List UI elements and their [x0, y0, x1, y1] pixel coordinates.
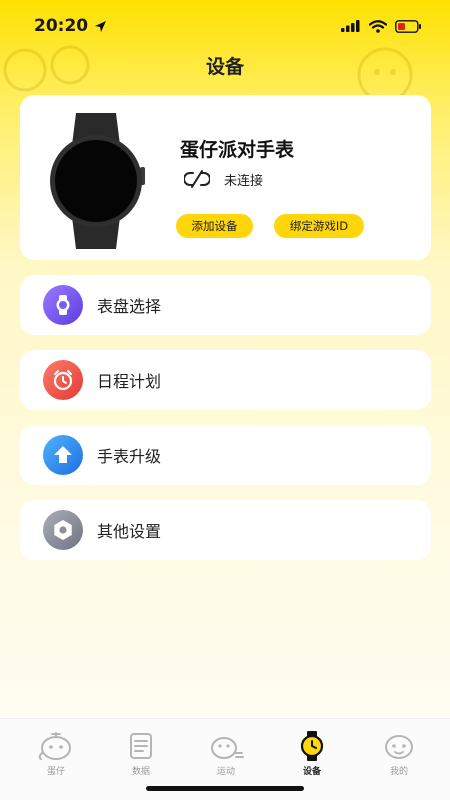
bind-game-id-button[interactable]: 绑定游戏ID: [274, 214, 364, 238]
tab-device[interactable]: 设备: [282, 731, 342, 777]
location-arrow-icon: [95, 20, 107, 32]
connection-status: 未连接: [184, 169, 263, 189]
cellular-signal-icon: [341, 20, 360, 32]
menu-label: 日程计划: [97, 372, 162, 391]
profile-icon: [385, 735, 413, 759]
wifi-icon: [369, 19, 387, 33]
data-document-icon: [130, 733, 152, 759]
tab-label: 设备: [302, 767, 321, 777]
menu-label: 其他设置: [97, 522, 162, 541]
settings-gear-icon: [43, 510, 83, 550]
watch-face-icon: [43, 285, 83, 325]
tab-data[interactable]: 数据: [111, 731, 171, 777]
menu-label: 表盘选择: [97, 297, 162, 316]
tab-sport[interactable]: 运动: [196, 731, 256, 777]
menu-item-watch-face[interactable]: 表盘选择: [20, 275, 431, 335]
unlink-icon: [184, 170, 210, 188]
tab-eggy[interactable]: 蛋仔: [26, 731, 86, 777]
status-time-text: 20:20: [34, 16, 89, 36]
tab-label: 我的: [389, 767, 408, 777]
home-indicator: [146, 786, 304, 791]
tab-label: 蛋仔: [46, 767, 65, 777]
menu-item-other-settings[interactable]: 其他设置: [20, 500, 431, 560]
upgrade-arrow-icon: [43, 435, 83, 475]
page-title: 设备: [205, 56, 244, 78]
connection-status-text: 未连接: [224, 173, 264, 189]
device-name: 蛋仔派对手表: [180, 139, 295, 161]
add-device-button[interactable]: 添加设备: [176, 214, 253, 238]
tab-label: 运动: [216, 767, 235, 777]
eggy-icon: [38, 732, 71, 760]
status-icons: [341, 19, 422, 33]
menu-item-schedule[interactable]: 日程计划: [20, 350, 431, 410]
menu-item-upgrade[interactable]: 手表升级: [20, 425, 431, 485]
alarm-clock-icon: [43, 360, 83, 400]
battery-icon: [395, 19, 421, 33]
watch-icon: [300, 731, 324, 761]
sport-icon: [211, 737, 244, 759]
status-time: 20:20: [34, 16, 107, 36]
menu-label: 手表升级: [97, 447, 162, 466]
smartwatch-image: [50, 113, 145, 249]
tab-label: 数据: [131, 767, 150, 777]
tab-profile[interactable]: 我的: [369, 731, 429, 777]
device-card[interactable]: 蛋仔派对手表 未连接 添加设备 绑定游戏ID: [20, 95, 431, 260]
